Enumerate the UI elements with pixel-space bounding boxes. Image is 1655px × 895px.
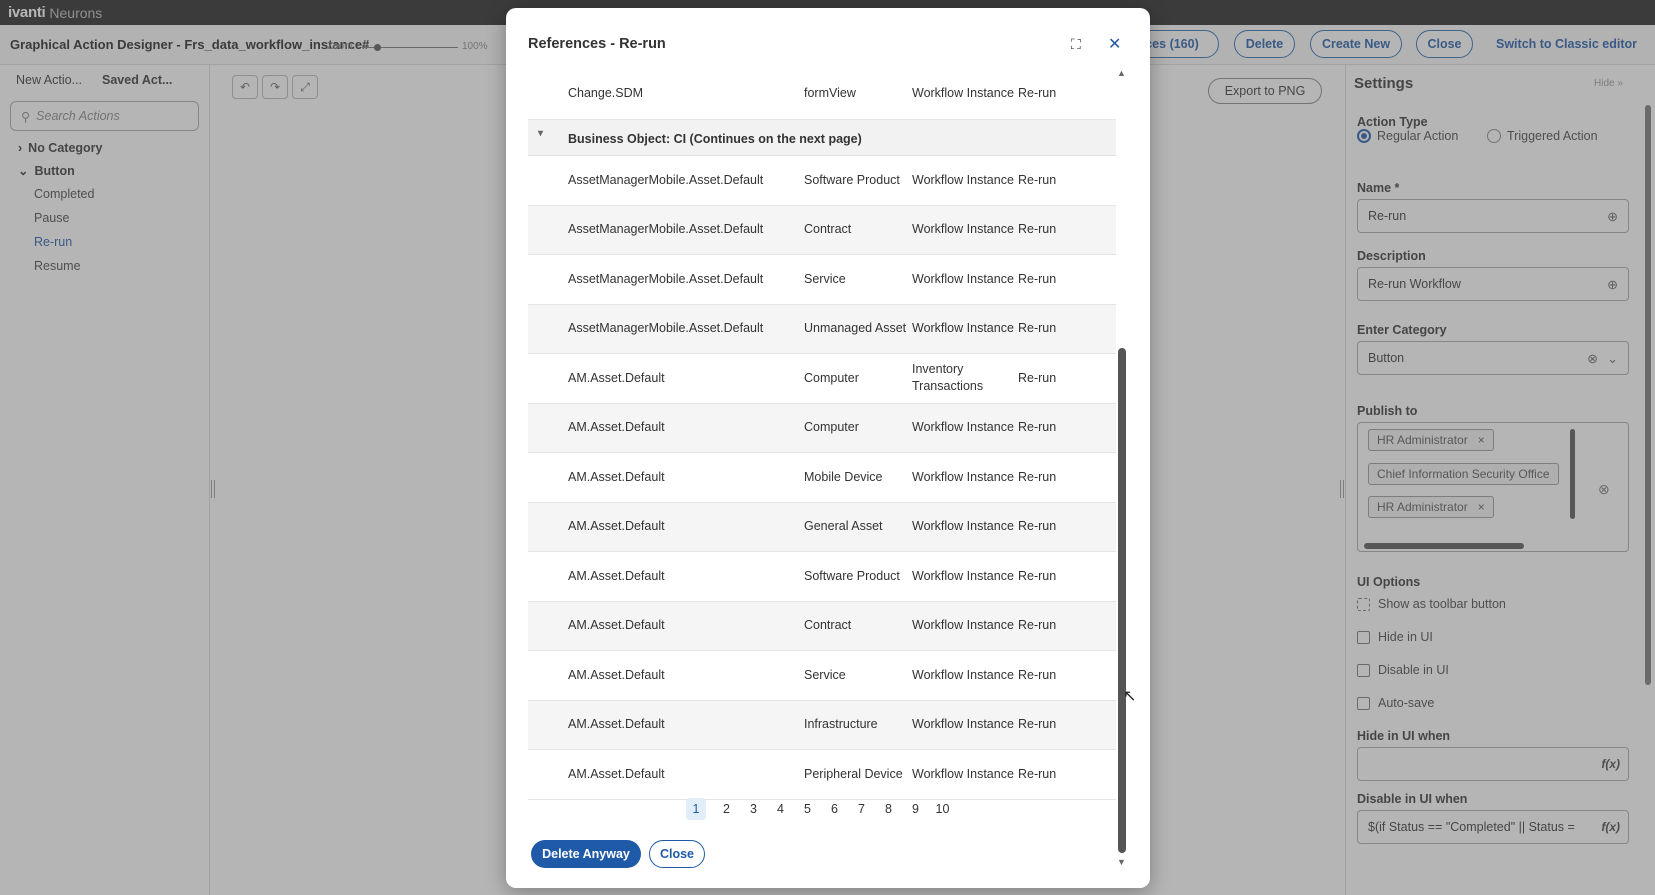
cell-usage: Workflow Instance — [912, 667, 1014, 682]
cell-usage: Workflow Instance — [912, 568, 1014, 583]
caret-down-icon[interactable]: ▾ — [538, 128, 543, 139]
cell-action: Re-run — [1018, 519, 1057, 534]
cell-usage: Workflow Instance — [912, 172, 1014, 187]
cell-type: Unmanaged Asset — [804, 321, 907, 336]
table-row: AM.Asset.Default General Asset Workflow In… — [528, 502, 1116, 552]
page-10-link[interactable]: 10 — [929, 798, 956, 820]
cell-action: Re-run — [1018, 321, 1057, 336]
cell-type: General Asset — [804, 519, 883, 534]
cell-action: Re-run — [1018, 420, 1057, 435]
cell-action: Re-run — [1018, 370, 1057, 385]
cell-usage: Workflow Instance — [912, 420, 1014, 435]
cell-usage: Workflow Instance — [912, 271, 1014, 286]
references-table: Change.SDM formView Workflow Instance Re… — [528, 68, 1116, 808]
mouse-cursor-icon: ↖ — [1123, 688, 1137, 705]
cell-name: AM.Asset.Default — [568, 667, 665, 682]
expand-icon[interactable]: ⛶ — [1071, 36, 1081, 53]
delete-anyway-button[interactable]: Delete Anyway — [531, 840, 641, 868]
cell-usage: Workflow Instance — [912, 469, 1014, 484]
cell-usage: Workflow Instance — [912, 717, 1014, 732]
cell-name: AM.Asset.Default — [568, 618, 665, 633]
cell-name: AM.Asset.Default — [568, 469, 665, 484]
modal-scrollbar-thumb[interactable] — [1118, 348, 1126, 853]
cell-action: Re-run — [1018, 667, 1057, 682]
scroll-down-icon[interactable]: ▼ — [1117, 857, 1126, 867]
page-5-link[interactable]: 5 — [794, 798, 821, 820]
pagination: 1 2 3 4 5 6 7 8 9 10 — [686, 798, 956, 820]
cell-usage: Inventory Transactions — [912, 362, 984, 394]
cell-usage: Workflow Instance — [912, 618, 1014, 633]
cell-type: Computer — [804, 420, 859, 435]
modal-title: References - Re-run — [528, 36, 666, 52]
page-6-link[interactable]: 6 — [821, 798, 848, 820]
table-row: AssetManagerMobile.Asset.Default Service W… — [528, 255, 1116, 305]
cell-name: AM.Asset.Default — [568, 519, 665, 534]
cell-type: Software Product — [804, 172, 900, 187]
table-row: AssetManagerMobile.Asset.Default Contract… — [528, 205, 1116, 255]
cell-action: Re-run — [1018, 568, 1057, 583]
cell-name: AM.Asset.Default — [568, 717, 665, 732]
cell-name: AM.Asset.Default — [568, 766, 665, 781]
cell-usage: Workflow Instance — [912, 766, 1014, 781]
group-title: Business Object: CI (Continues on the ne… — [568, 132, 862, 146]
table-row: AM.Asset.Default Mobile Device Workflow In… — [528, 453, 1116, 503]
cell-name: Change.SDM — [568, 86, 644, 100]
scroll-up-icon[interactable]: ▲ — [1117, 68, 1126, 78]
table-row: AM.Asset.Default Computer Inventory Transa… — [528, 354, 1116, 404]
cell-action: Re-run — [1018, 271, 1057, 286]
cell-action: Re-run — [1018, 717, 1057, 732]
close-icon[interactable]: ✕ — [1108, 34, 1121, 54]
cell-action: Re-run — [1018, 86, 1057, 100]
modal-close-button[interactable]: Close — [649, 840, 705, 868]
group-header-row[interactable]: ▾ Business Object: CI (Continues on the … — [528, 120, 1116, 156]
cell-action: Re-run — [1018, 172, 1057, 187]
cell-usage: Workflow Instance — [912, 321, 1014, 336]
modal-scrollbar[interactable]: ▲ ▼ — [1116, 68, 1128, 868]
cell-usage: Workflow Instance — [912, 86, 1014, 100]
page-4-link[interactable]: 4 — [767, 798, 794, 820]
page-8-link[interactable]: 8 — [875, 798, 902, 820]
table-row: AM.Asset.Default Peripheral Device Workflo… — [528, 750, 1116, 800]
page-7-link[interactable]: 7 — [848, 798, 875, 820]
table-row: AM.Asset.Default Computer Workflow Instanc… — [528, 403, 1116, 453]
table-row: AM.Asset.Default Software Product Workflow… — [528, 552, 1116, 602]
table-row: AM.Asset.Default Contract Workflow Instanc… — [528, 601, 1116, 651]
cell-type: Service — [804, 271, 846, 286]
cell-name: AssetManagerMobile.Asset.Default — [568, 271, 764, 286]
table-row: Change.SDM formView Workflow Instance Re… — [528, 68, 1116, 120]
cell-type: Contract — [804, 222, 852, 237]
cell-action: Re-run — [1018, 766, 1057, 781]
table-row: AssetManagerMobile.Asset.Default Software… — [528, 156, 1116, 206]
cell-type: Service — [804, 667, 846, 682]
cell-name: AM.Asset.Default — [568, 568, 665, 583]
cell-type: Computer — [804, 370, 859, 385]
page-3-link[interactable]: 3 — [740, 798, 767, 820]
references-modal: References - Re-run ⛶ ✕ Change.SDM formV… — [506, 8, 1150, 888]
cell-name: AM.Asset.Default — [568, 420, 665, 435]
page-1-link[interactable]: 1 — [686, 798, 706, 820]
page-9-link[interactable]: 9 — [902, 798, 929, 820]
cell-usage: Workflow Instance — [912, 222, 1014, 237]
cell-name: AssetManagerMobile.Asset.Default — [568, 172, 764, 187]
cell-type: Mobile Device — [804, 469, 883, 484]
cell-action: Re-run — [1018, 618, 1057, 633]
cell-usage: Workflow Instance — [912, 519, 1014, 534]
cell-name: AssetManagerMobile.Asset.Default — [568, 321, 764, 336]
cell-name: AssetManagerMobile.Asset.Default — [568, 222, 764, 237]
table-row: AM.Asset.Default Service Workflow Instance… — [528, 651, 1116, 701]
cell-type: formView — [804, 86, 856, 100]
cell-action: Re-run — [1018, 222, 1057, 237]
cell-type: Contract — [804, 618, 852, 633]
cell-name: AM.Asset.Default — [568, 370, 665, 385]
table-row: AssetManagerMobile.Asset.Default Unmanage… — [528, 304, 1116, 354]
table-row: AM.Asset.Default Infrastructure Workflow I… — [528, 700, 1116, 750]
cell-action: Re-run — [1018, 469, 1057, 484]
cell-type: Infrastructure — [804, 717, 878, 732]
page-2-link[interactable]: 2 — [713, 798, 740, 820]
cell-type: Peripheral Device — [804, 766, 903, 781]
cell-type: Software Product — [804, 568, 900, 583]
